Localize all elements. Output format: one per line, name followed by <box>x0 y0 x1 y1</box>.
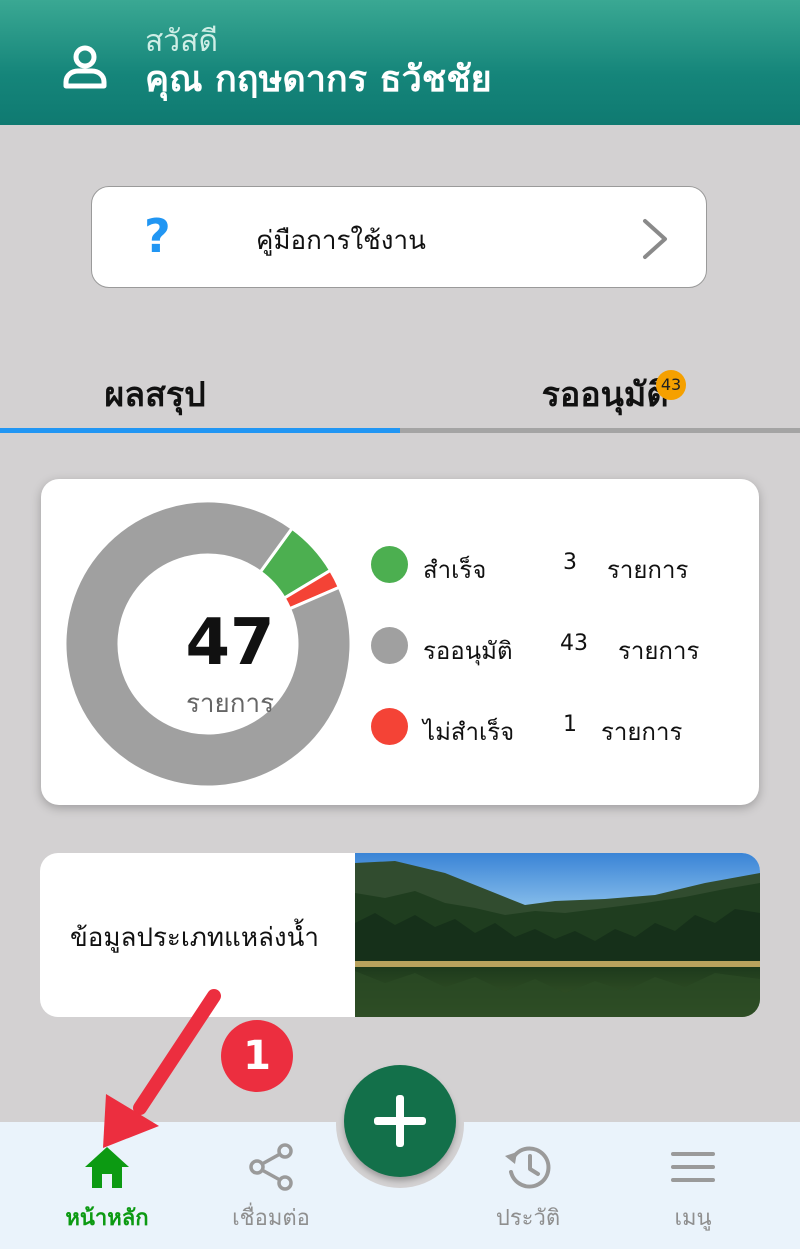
legend-failed: ไม่สำเร็จ 1 รายการ <box>371 708 751 748</box>
history-icon <box>505 1146 551 1189</box>
plus-icon <box>374 1095 426 1147</box>
legend-success: สำเร็จ 3 รายการ <box>371 546 751 586</box>
legend-label-success: สำเร็จ <box>423 556 487 584</box>
legend-count-failed: 1 <box>563 712 577 737</box>
legend-count-success: 3 <box>563 550 577 575</box>
legend-count-pending: 43 <box>560 631 588 656</box>
total-count: 47 <box>185 606 275 680</box>
summary-donut-chart: 47 รายการ <box>63 499 353 789</box>
legend-label-failed: ไม่สำเร็จ <box>423 718 515 746</box>
user-guide-label: คู่มือการใช้งาน <box>256 226 426 256</box>
nav-menu-label: เมนู <box>674 1206 712 1231</box>
legend-label-pending: รออนุมัติ <box>423 637 513 665</box>
nav-history[interactable]: ประวัติ <box>458 1142 598 1235</box>
nav-history-label: ประวัติ <box>495 1206 561 1231</box>
tab-indicator-inactive <box>400 428 800 433</box>
legend-dot-failed <box>371 708 408 745</box>
tab-pending-label: รออนุมัติ <box>541 375 669 415</box>
username-text: คุณ กฤษดากร ธวัชชัย <box>145 59 492 100</box>
legend-dot-pending <box>371 627 408 664</box>
tab-pending[interactable]: รออนุมัติ 43 <box>400 345 800 433</box>
nav-connect-label: เชื่อมต่อ <box>232 1206 310 1231</box>
help-icon: ? <box>144 209 171 263</box>
pending-count-badge: 43 <box>656 370 686 400</box>
tab-summary[interactable]: ผลสรุป <box>0 345 400 433</box>
water-source-label: ข้อมูลประเภทแหล่งน้ำ <box>70 923 319 953</box>
nav-menu[interactable]: เมนู <box>623 1142 763 1235</box>
legend-dot-success <box>371 546 408 583</box>
tab-bar: ผลสรุป รออนุมัติ 43 <box>0 345 800 433</box>
nav-home[interactable]: หน้าหลัก <box>37 1142 177 1235</box>
chevron-right-icon <box>643 219 667 259</box>
step-number-badge: 1 <box>221 1020 293 1092</box>
nav-home-label: หน้าหลัก <box>65 1206 149 1231</box>
add-button[interactable] <box>344 1065 456 1177</box>
app-header: สวัสดี คุณ กฤษดากร ธวัชชัย <box>0 0 800 125</box>
user-guide-button[interactable]: ? คู่มือการใช้งาน <box>91 186 707 288</box>
legend-unit-pending: รายการ <box>618 637 700 665</box>
legend-unit-success: รายการ <box>607 556 689 584</box>
total-unit: รายการ <box>185 689 275 719</box>
tab-indicator-active <box>0 428 400 433</box>
share-icon <box>249 1143 293 1191</box>
legend-unit-failed: รายการ <box>601 718 683 746</box>
user-icon <box>63 45 107 89</box>
nav-connect[interactable]: เชื่อมต่อ <box>201 1142 341 1235</box>
home-icon <box>85 1147 129 1188</box>
legend-pending: รออนุมัติ 43 รายการ <box>371 627 751 667</box>
lake-forest-image <box>355 853 760 1017</box>
hamburger-menu-icon <box>671 1152 715 1182</box>
water-source-card[interactable]: ข้อมูลประเภทแหล่งน้ำ <box>40 853 760 1017</box>
tab-summary-label: ผลสรุป <box>104 375 206 415</box>
summary-card: 47 รายการ สำเร็จ 3 รายการ รออนุมัติ 43 ร… <box>41 479 759 805</box>
